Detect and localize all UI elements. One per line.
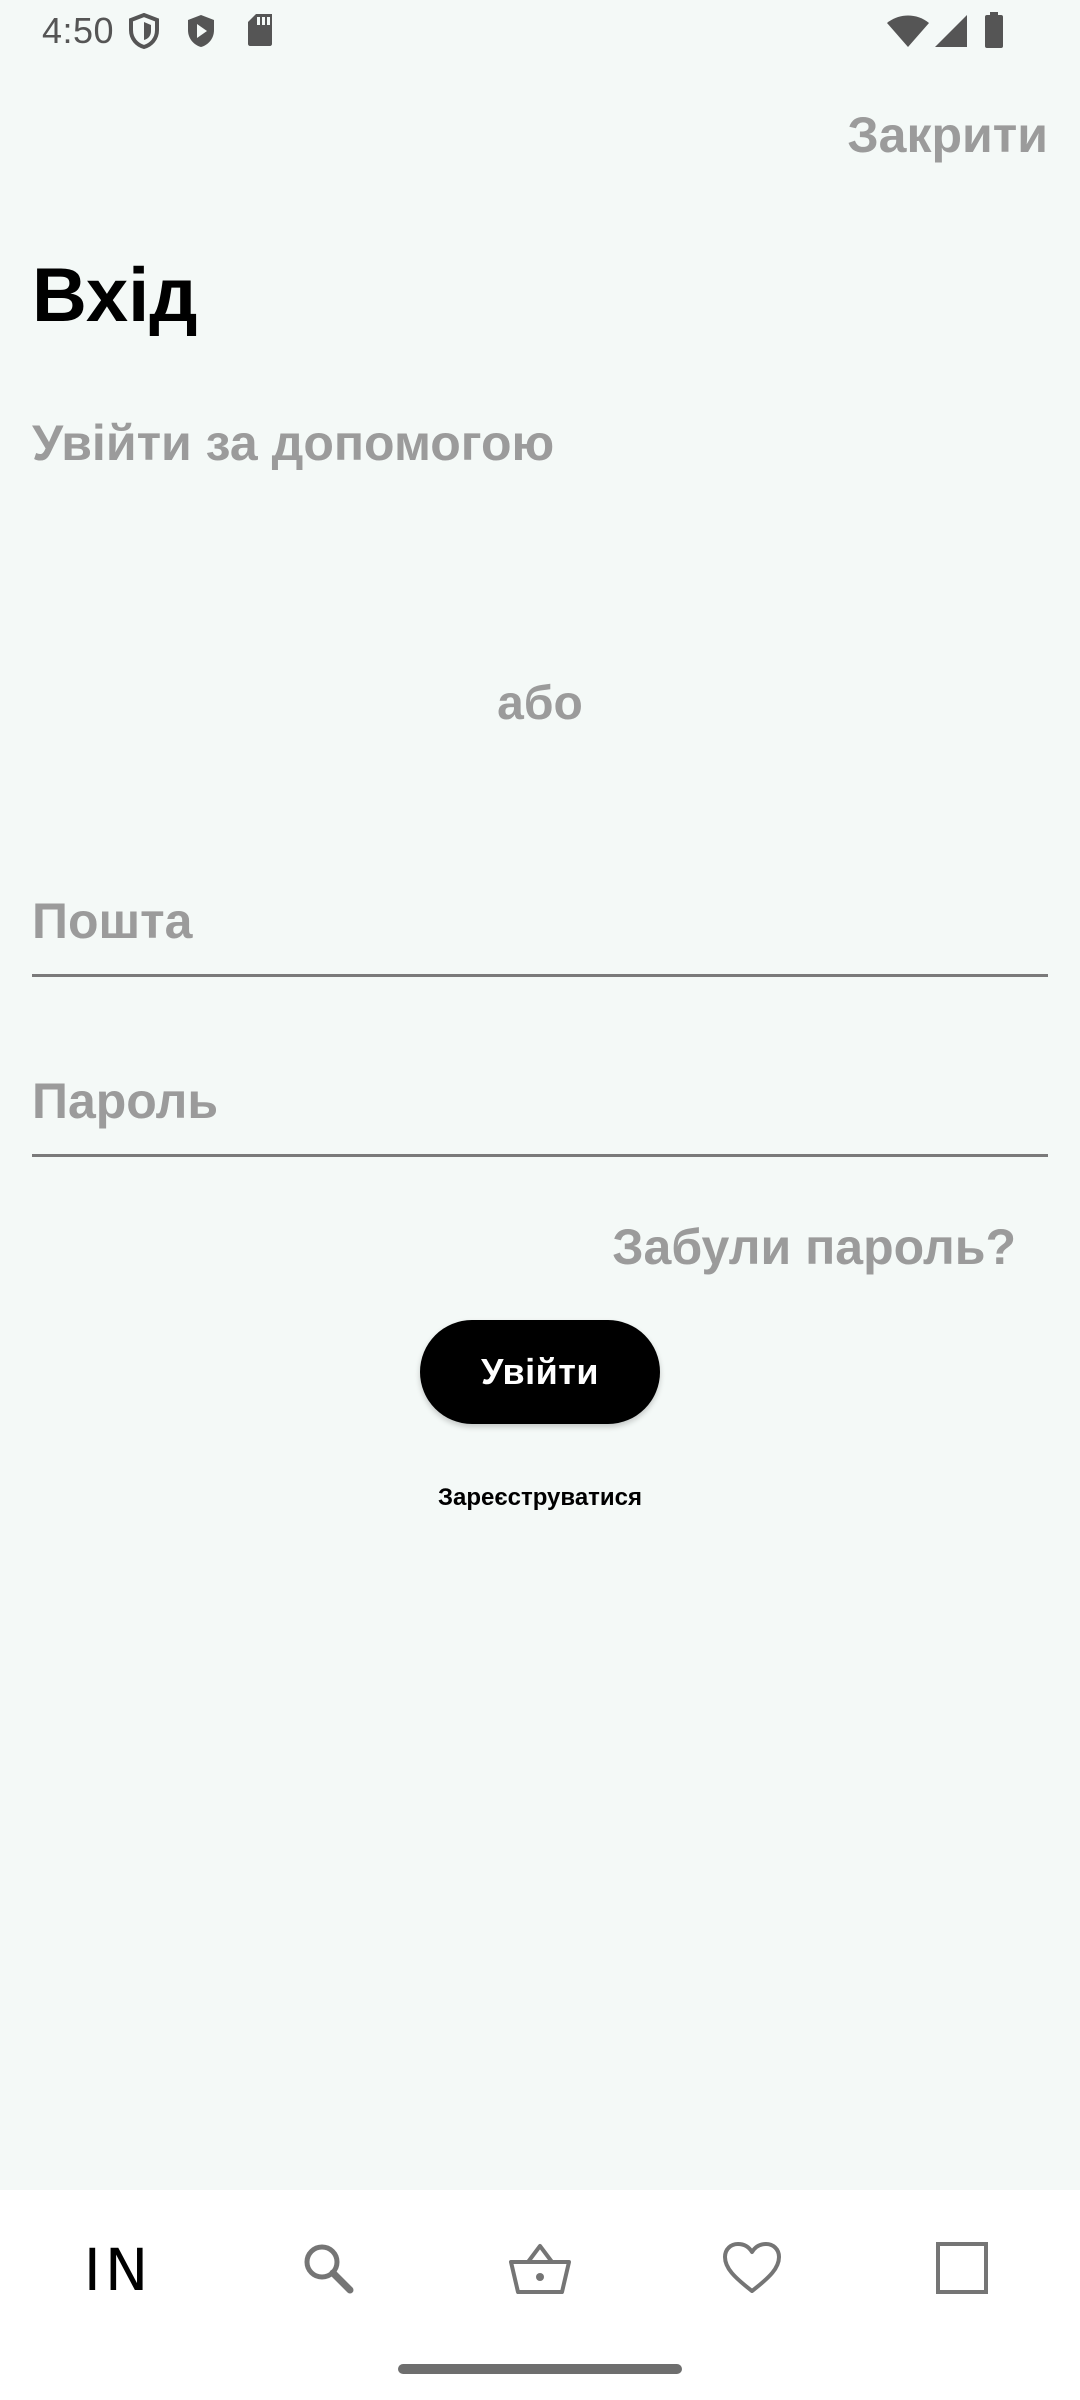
- or-separator: або: [497, 677, 583, 730]
- sd-card-icon: [246, 13, 274, 52]
- login-button[interactable]: Увійти: [420, 1320, 660, 1424]
- wifi-icon: [886, 14, 930, 53]
- search-icon: [300, 2240, 356, 2301]
- email-field[interactable]: Пошта: [32, 864, 1048, 977]
- register-link[interactable]: Зареєструватися: [0, 1484, 1080, 1512]
- home-indicator[interactable]: [398, 2364, 682, 2374]
- basket-icon: [508, 2240, 572, 2301]
- page-title: Вхід: [32, 253, 198, 338]
- status-bar: 4:50: [0, 0, 1080, 62]
- battery-icon: [984, 12, 1004, 53]
- social-login-label: Увійти за допомогою: [32, 415, 555, 471]
- forgot-password-link[interactable]: Забули пароль?: [612, 1218, 1016, 1276]
- login-button-label: Увійти: [480, 1351, 600, 1392]
- password-field[interactable]: Пароль: [32, 1044, 1048, 1157]
- close-button[interactable]: Закрити: [847, 106, 1048, 164]
- nav-home[interactable]: IN: [68, 2230, 168, 2310]
- play-protect-icon: [185, 13, 217, 54]
- signal-icon: [934, 14, 968, 53]
- nav-search[interactable]: [278, 2230, 378, 2310]
- nav-favorites[interactable]: [702, 2230, 802, 2310]
- nav-profile[interactable]: [912, 2230, 1012, 2310]
- shield-icon: [128, 12, 160, 54]
- status-time: 4:50: [42, 10, 115, 51]
- email-placeholder: Пошта: [32, 893, 193, 949]
- password-placeholder: Пароль: [32, 1073, 219, 1129]
- square-icon: [934, 2240, 990, 2301]
- nav-basket[interactable]: [490, 2230, 590, 2310]
- heart-icon: [722, 2241, 782, 2300]
- logo-icon: IN: [83, 2236, 153, 2304]
